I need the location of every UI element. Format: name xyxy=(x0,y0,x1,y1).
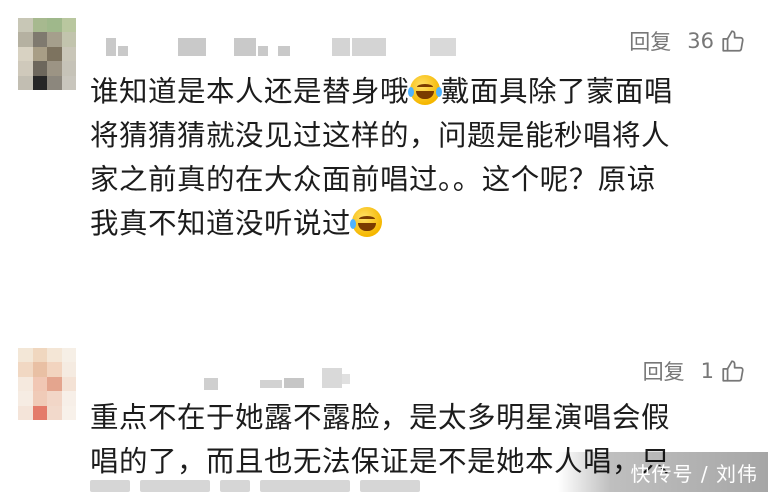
like-button[interactable]: 36 xyxy=(687,28,746,54)
like-count: 1 xyxy=(700,359,714,383)
thumbs-up-icon xyxy=(720,28,746,54)
reply-button[interactable]: 回复 xyxy=(643,356,685,386)
comment-line: 家之前真的在大众面前唱过。。这个呢？原谅 xyxy=(90,163,656,196)
comment-line: 将猜猜猜就没见过这样的，问题是能秒唱将人 xyxy=(90,119,671,152)
comment-line: 我真不知道没听说过 xyxy=(90,202,750,246)
avatar[interactable] xyxy=(18,18,76,90)
comment-actions: 回复 36 xyxy=(629,26,746,56)
laughing-tears-emoji xyxy=(408,75,443,105)
crying-emoji xyxy=(350,207,383,237)
watermark: 快传号 / 刘伟 xyxy=(558,452,768,492)
comment-actions: 回复 1 xyxy=(643,356,746,386)
username-blurred[interactable] xyxy=(100,368,540,390)
comment-line: 谁知道是本人还是替身哦 戴面具除了蒙面唱 xyxy=(90,75,674,108)
comment-text: 谁知道是本人还是替身哦 戴面具除了蒙面唱 将猜猜猜就没见过这样的，问题是能秒唱将人… xyxy=(90,70,750,246)
like-count: 36 xyxy=(687,29,714,53)
comment-line: 重点不在于她露不露脸，是太多明星演唱会假 xyxy=(90,401,671,434)
avatar[interactable] xyxy=(18,348,76,420)
username-blurred[interactable] xyxy=(100,38,540,60)
cut-off-text-blur xyxy=(90,480,570,492)
thumbs-up-icon xyxy=(720,358,746,384)
comment-thread: 回复 36 谁知道是本人还是替身哦 戴面具除了蒙面唱 将猜猜猜就没见过这样的，问题… xyxy=(0,0,768,492)
reply-button[interactable]: 回复 xyxy=(629,26,671,56)
like-button[interactable]: 1 xyxy=(701,358,746,384)
